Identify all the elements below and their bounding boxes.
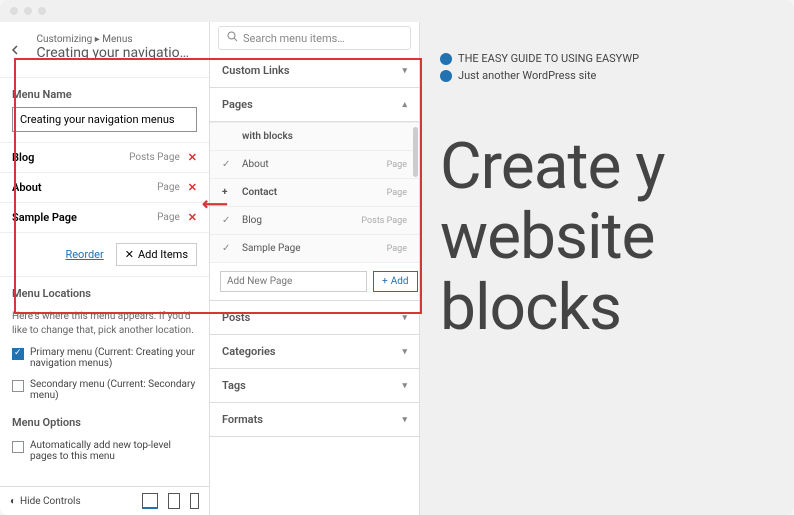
window-dot bbox=[38, 7, 46, 15]
menu-item-type: Posts Page bbox=[129, 152, 180, 163]
check-icon: ✓ bbox=[222, 243, 234, 254]
site-preview: THE EASY GUIDE TO USING EASYWP Just anot… bbox=[420, 22, 794, 515]
check-icon: ✓ bbox=[222, 215, 234, 226]
accordion-tags[interactable]: Tags ▾ bbox=[210, 369, 419, 403]
collapse-icon: ◐ bbox=[10, 496, 16, 507]
menu-item-label: About bbox=[12, 181, 157, 194]
menu-item-type: Page bbox=[157, 182, 180, 193]
chevron-down-icon: ▾ bbox=[402, 66, 407, 76]
page-type: Page bbox=[387, 244, 407, 254]
auto-add-checkbox[interactable]: Automatically add new top-level pages to… bbox=[0, 435, 209, 467]
remove-icon[interactable]: ✕ bbox=[188, 151, 197, 164]
menu-item[interactable]: BlogPosts Page ✕ bbox=[0, 142, 209, 172]
tablet-icon[interactable] bbox=[168, 493, 180, 509]
accordion-formats[interactable]: Formats ▾ bbox=[210, 403, 419, 437]
preview-tagline[interactable]: Just another WordPress site bbox=[440, 69, 794, 82]
pages-list: with blocks ✓AboutPage+ContactPage✓BlogP… bbox=[210, 122, 419, 301]
checkbox-icon bbox=[12, 380, 24, 392]
locations-help: Here's where this menu appears. If you'd… bbox=[0, 306, 209, 342]
chevron-down-icon: ▾ bbox=[402, 415, 407, 425]
customizer-app: Customizing ▸ Menus Creating your naviga… bbox=[0, 22, 794, 515]
reorder-link[interactable]: Reorder bbox=[65, 248, 103, 261]
hero-heading: Create y website blocks bbox=[440, 132, 794, 343]
back-button[interactable] bbox=[8, 40, 25, 60]
accordion-custom-links[interactable]: Custom Links ▾ bbox=[210, 54, 419, 88]
panel-title: Creating your navigatio… bbox=[25, 45, 202, 71]
page-name: Blog bbox=[242, 215, 361, 226]
menu-item-type: Page bbox=[157, 212, 180, 223]
menu-name-input[interactable] bbox=[12, 107, 197, 132]
annotation-arrow: ⟵ bbox=[202, 194, 228, 215]
checkbox-icon bbox=[12, 348, 24, 360]
hide-controls-button[interactable]: ◐ Hide Controls bbox=[10, 496, 81, 507]
customizer-sidebar: Customizing ▸ Menus Creating your naviga… bbox=[0, 22, 210, 515]
panel-header: Customizing ▸ Menus Creating your naviga… bbox=[0, 22, 209, 78]
window-dot bbox=[24, 7, 32, 15]
page-row-partial[interactable]: with blocks bbox=[210, 122, 419, 150]
page-name: About bbox=[242, 159, 387, 170]
menu-name-label: Menu Name bbox=[0, 78, 209, 107]
scrollbar-thumb[interactable] bbox=[413, 127, 418, 177]
page-type: Posts Page bbox=[361, 216, 407, 226]
page-name: Contact bbox=[242, 187, 387, 198]
bullet-icon bbox=[440, 70, 452, 82]
add-items-panel: Search menu items… Custom Links ▾ Pages … bbox=[210, 22, 420, 515]
menu-item[interactable]: Sample PagePage ✕ bbox=[0, 202, 209, 233]
close-icon: ✕ bbox=[125, 248, 134, 261]
mobile-icon[interactable] bbox=[190, 493, 199, 509]
preview-site-title[interactable]: THE EASY GUIDE TO USING EASYWP bbox=[440, 52, 794, 65]
browser-chrome bbox=[0, 0, 794, 22]
add-new-page-row: + Add bbox=[210, 262, 419, 300]
secondary-menu-checkbox[interactable]: Secondary menu (Current: Secondary menu) bbox=[0, 374, 209, 406]
chevron-down-icon: ▾ bbox=[402, 347, 407, 357]
plus-icon: + bbox=[382, 276, 388, 287]
search-icon bbox=[227, 31, 238, 45]
page-row[interactable]: +ContactPage bbox=[210, 178, 419, 206]
page-type: Page bbox=[387, 160, 407, 170]
add-page-button[interactable]: + Add bbox=[373, 271, 418, 292]
remove-icon[interactable]: ✕ bbox=[188, 181, 197, 194]
menu-options-label: Menu Options bbox=[0, 406, 209, 435]
customizer-footer: ◐ Hide Controls bbox=[0, 486, 209, 515]
desktop-icon[interactable] bbox=[142, 493, 158, 509]
page-row[interactable]: ✓ Sample PagePage bbox=[210, 234, 419, 262]
accordion-pages[interactable]: Pages ▴ bbox=[210, 88, 419, 122]
page-row[interactable]: ✓ AboutPage bbox=[210, 150, 419, 178]
chevron-up-icon: ▴ bbox=[402, 100, 407, 110]
menu-actions: Reorder ✕ Add Items bbox=[0, 233, 209, 276]
accordion-posts[interactable]: Posts ▾ bbox=[210, 301, 419, 335]
add-new-page-input[interactable] bbox=[220, 271, 367, 292]
menu-item-label: Sample Page bbox=[12, 211, 157, 224]
page-row[interactable]: ✓ BlogPosts Page bbox=[210, 206, 419, 234]
breadcrumb: Customizing ▸ Menus bbox=[25, 28, 202, 45]
device-preview-toggle bbox=[142, 493, 199, 509]
accordion-categories[interactable]: Categories ▾ bbox=[210, 335, 419, 369]
bullet-icon bbox=[440, 53, 452, 65]
menu-locations-label: Menu Locations bbox=[0, 276, 209, 306]
menu-item[interactable]: AboutPage ✕ bbox=[0, 172, 209, 202]
page-name: Sample Page bbox=[242, 243, 387, 254]
remove-icon[interactable]: ✕ bbox=[188, 211, 197, 224]
primary-menu-checkbox[interactable]: Primary menu (Current: Creating your nav… bbox=[0, 342, 209, 374]
check-icon: ✓ bbox=[222, 159, 234, 170]
checkbox-icon bbox=[12, 441, 24, 453]
menu-item-label: Blog bbox=[12, 151, 129, 164]
chevron-down-icon: ▾ bbox=[402, 313, 407, 323]
page-type: Page bbox=[387, 188, 407, 198]
window-dot bbox=[10, 7, 18, 15]
add-items-button[interactable]: ✕ Add Items bbox=[116, 243, 197, 266]
search-menu-items[interactable]: Search menu items… bbox=[218, 26, 411, 50]
chevron-down-icon: ▾ bbox=[402, 381, 407, 391]
